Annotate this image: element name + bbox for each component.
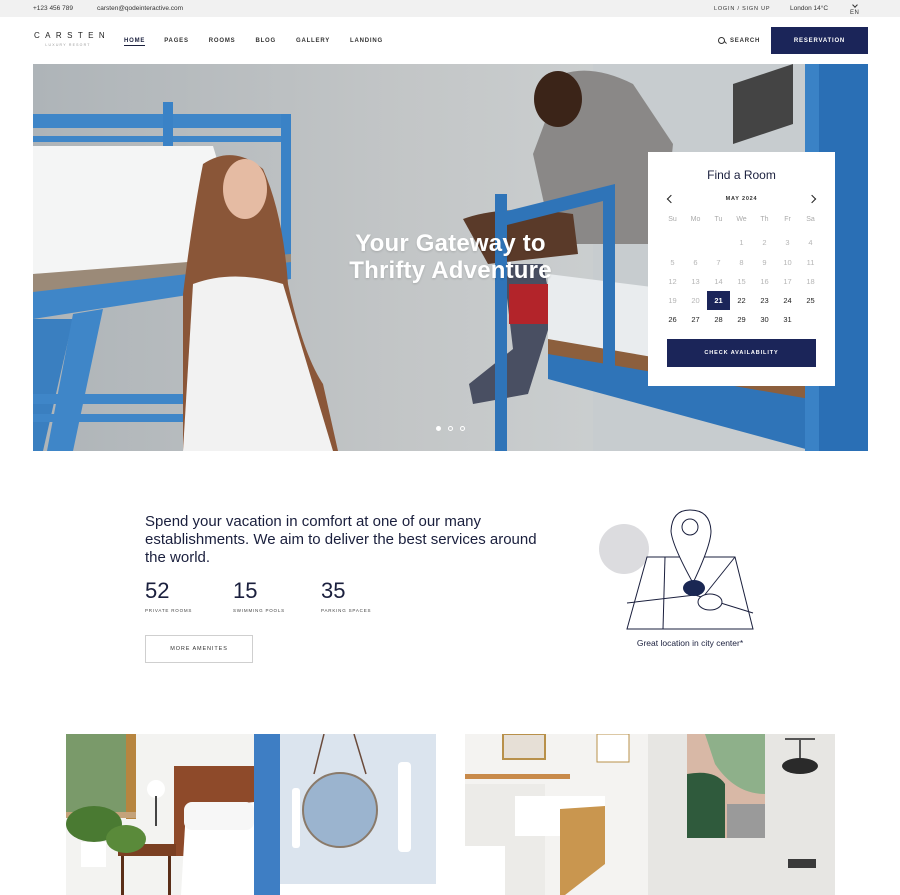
slide-dot-2[interactable] (448, 426, 453, 431)
slide-dot-3[interactable] (460, 426, 465, 431)
calendar-day: 7 (716, 257, 721, 267)
nav-item-rooms[interactable]: ROOMS (209, 38, 236, 46)
weekday-label: Su (668, 216, 677, 223)
weekday-label: Sa (806, 216, 815, 223)
calendar-day: 9 (762, 257, 767, 267)
logo[interactable]: CARSTEN LUXURY RESORT (31, 31, 105, 47)
calendar-day: 2 (762, 238, 767, 248)
calendar-day-selected[interactable]: 21 (707, 291, 730, 311)
calendar-day[interactable]: 25 (799, 291, 822, 310)
calendar-day[interactable]: 26 (661, 310, 684, 329)
room-photo-2 (465, 734, 835, 895)
room-image-bathroom-lounge[interactable] (465, 734, 835, 895)
calendar-empty-cell (707, 233, 730, 252)
weekday-label: We (736, 216, 747, 223)
more-amenities-button[interactable]: MORE AMENITES (145, 635, 253, 663)
calendar-day: 16 (760, 276, 769, 286)
weekday-label: Th (760, 216, 769, 223)
nav-item-blog[interactable]: BLOG (255, 38, 276, 46)
calendar-day: 6 (693, 257, 698, 267)
location-pin-icon (670, 509, 723, 611)
nav-item-gallery[interactable]: GALLERY (296, 38, 330, 46)
room-photo-1 (66, 734, 436, 895)
weekday-label: Mo (690, 216, 701, 223)
stat-label: PRIVATE ROOMS (145, 608, 193, 613)
calendar-day: 19 (668, 296, 677, 306)
calendar-day: 10 (783, 257, 792, 267)
main-header: CARSTEN LUXURY RESORT HOME PAGES ROOMS B… (0, 17, 900, 64)
location-caption: Great location in city center* (636, 638, 744, 648)
calendar-day: 4 (808, 238, 813, 248)
logo-name: CARSTEN (34, 31, 111, 40)
calendar-day[interactable]: 24 (776, 291, 799, 310)
search-label: SEARCH (730, 38, 761, 44)
calendar-header: MAY 2024 (665, 194, 818, 205)
calendar-day: 13 (691, 276, 700, 286)
calendar-day[interactable]: 22 (730, 291, 753, 310)
calendar-day: 3 (785, 238, 790, 248)
stat-label: SWIMMING POOLS (233, 608, 285, 613)
calendar-day: 12 (668, 276, 677, 286)
calendar-month: MAY 2024 (725, 196, 758, 202)
calendar-day: 20 (691, 296, 700, 306)
room-image-bedroom-bathroom[interactable] (66, 734, 436, 895)
calendar-day: 15 (737, 276, 746, 286)
calendar-day: 14 (714, 276, 723, 286)
calendar-day[interactable]: 31 (776, 310, 799, 329)
stat-value: 35 (321, 578, 346, 603)
find-room-widget: Find a Room MAY 2024 Su Mo Tu We Th Fr Sa 1 2 3 4 5… (648, 152, 835, 386)
calendar-day[interactable]: 29 (730, 310, 753, 329)
stat-label: PARKING SPACES (321, 608, 372, 613)
weekday-label: Fr (784, 216, 791, 223)
logo-tagline: LUXURY RESORT (45, 43, 91, 47)
slider-pagination (436, 426, 465, 431)
chevron-down-icon (852, 2, 858, 8)
calendar-grid: Su Mo Tu We Th Fr Sa 1 2 3 4 5 6 7 8 9 10 11 12 13 14 15 16 17 1… (661, 214, 822, 330)
decorative-circle (599, 524, 649, 574)
phone-number[interactable]: +123 456 789 (33, 5, 73, 12)
stat-swimming-pools: 15 SWIMMING POOLS (233, 578, 321, 613)
calendar-day: 8 (739, 257, 744, 267)
weather-widget: London 14°C (790, 5, 829, 12)
calendar-day: 1 (739, 238, 744, 248)
stat-value: 15 (233, 578, 258, 603)
calendar-empty-cell (684, 233, 707, 252)
stats-row: 52 PRIVATE ROOMS 15 SWIMMING POOLS 35 PA… (145, 578, 409, 613)
stat-value: 52 (145, 578, 170, 603)
nav-item-home[interactable]: HOME (124, 38, 146, 46)
language-label: EN (850, 10, 860, 16)
main-nav: HOME PAGES ROOMS BLOG GALLERY LANDING (124, 38, 383, 46)
calendar-day[interactable]: 30 (753, 310, 776, 329)
search-button[interactable]: SEARCH (718, 37, 760, 45)
intro-text: Spend your vacation in comfort at one of… (145, 513, 537, 566)
top-bar: +123 456 789 carsten@qodeinteractive.com… (0, 0, 900, 17)
reservation-button[interactable]: RESERVATION (771, 27, 868, 54)
map-location-illustration (599, 509, 754, 630)
language-selector[interactable]: EN (850, 2, 859, 16)
nav-item-landing[interactable]: LANDING (350, 38, 383, 46)
calendar-day[interactable]: 23 (753, 291, 776, 310)
login-signup-link[interactable]: LOGIN / SIGN UP (714, 6, 770, 12)
search-icon (718, 37, 726, 45)
calendar-empty-cell (661, 233, 684, 252)
email-link[interactable]: carsten@qodeinteractive.com (97, 5, 183, 12)
calendar-day: 11 (806, 257, 815, 267)
stat-parking-spaces: 35 PARKING SPACES (321, 578, 409, 613)
calendar-day: 5 (670, 257, 675, 267)
find-room-title: Find a Room (707, 168, 776, 182)
slide-dot-1[interactable] (436, 426, 441, 431)
calendar-day[interactable]: 28 (707, 310, 730, 329)
calendar-day[interactable]: 27 (684, 310, 707, 329)
nav-item-pages[interactable]: PAGES (164, 38, 189, 46)
check-availability-button[interactable]: CHECK AVAILABILITY (667, 339, 816, 367)
calendar-day: 18 (806, 276, 815, 286)
weekday-label: Tu (714, 216, 723, 223)
stat-private-rooms: 52 PRIVATE ROOMS (145, 578, 233, 613)
calendar-day: 17 (783, 276, 792, 286)
